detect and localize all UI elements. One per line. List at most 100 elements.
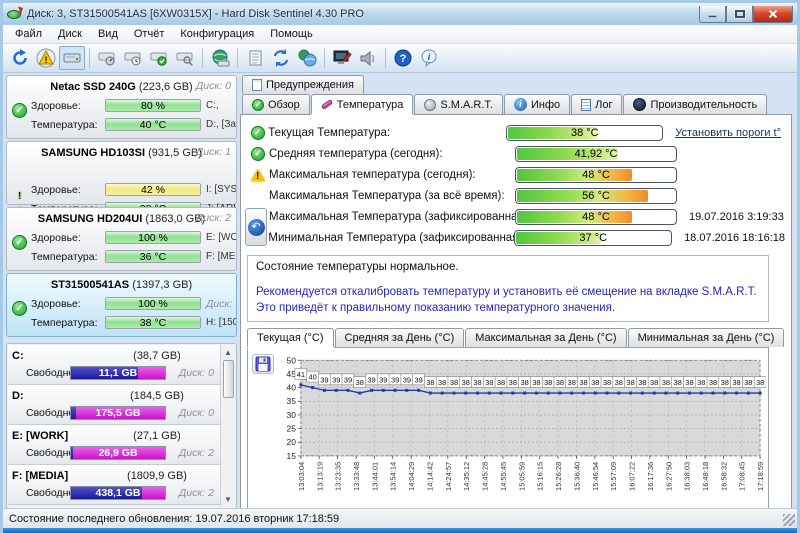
chart-tab-daily-min[interactable]: Минимальная за День (°C) [628, 328, 785, 347]
partition-name: D: [12, 390, 98, 402]
info-icon[interactable]: i [416, 46, 442, 70]
menu-report[interactable]: Отчёт [126, 26, 172, 42]
tab-smart[interactable]: S.M.A.R.T. [414, 94, 503, 114]
scroll-thumb[interactable] [223, 360, 234, 398]
help-icon[interactable]: ? [390, 46, 416, 70]
disk-card-0[interactable]: Netac SSD 240G (223,6 GB) Диск: 0 Здоров… [6, 75, 237, 139]
speaker-icon[interactable] [355, 46, 381, 70]
set-thresholds-link[interactable]: Установить пороги t° [675, 127, 781, 139]
health-bar: 100 % [105, 297, 201, 310]
partition-card-f[interactable]: F: [MEDIA](1809,9 GB) Свободно 438,1 GB … [8, 465, 220, 505]
menu-file[interactable]: Файл [7, 26, 50, 42]
svg-text:38: 38 [462, 378, 470, 387]
globe-disk-icon[interactable] [207, 46, 233, 70]
scroll-up-icon[interactable]: ▲ [224, 345, 232, 360]
temperature-label: Температура: [31, 119, 105, 131]
svg-text:38: 38 [756, 378, 764, 387]
disk-clock-icon[interactable] [120, 46, 146, 70]
disk-number: Диск: 3 [201, 298, 236, 310]
disk-status-icon [12, 235, 27, 250]
minimize-button[interactable] [699, 6, 726, 23]
sync-icon[interactable] [268, 46, 294, 70]
disk-check-icon[interactable] [146, 46, 172, 70]
menu-help[interactable]: Помощь [262, 26, 321, 42]
disk-search-icon[interactable] [172, 46, 198, 70]
chart-tab-current[interactable]: Текущая (°C) [247, 328, 334, 347]
disk-view-icon[interactable] [59, 46, 85, 70]
resize-grip-icon[interactable] [783, 514, 795, 526]
free-space-bar: 26,9 GB [70, 446, 166, 460]
tab-warnings[interactable]: Предупреждения [242, 75, 364, 94]
menu-disk[interactable]: Диск [50, 26, 90, 42]
monitor-pen-icon[interactable] [329, 46, 355, 70]
network-icon[interactable] [294, 46, 320, 70]
temp-row-label: Минимальная Температура (зафиксированная… [268, 232, 514, 244]
tab-temperature[interactable]: Температура [311, 94, 414, 114]
partition-scrollbar[interactable]: ▲ ▼ [220, 345, 235, 507]
tab-overview[interactable]: Обзор [242, 94, 310, 114]
temperature-label: Температура: [31, 317, 105, 329]
disk-card-1[interactable]: SAMSUNG HD103SI (931,5 GB) Диск: 1 Здоро… [6, 141, 237, 205]
close-button[interactable] [753, 6, 793, 23]
health-label: Здоровье: [31, 298, 105, 310]
temp-value-bar: 48 °C [515, 167, 677, 183]
temp-row-label: Текущая Температура: [268, 127, 506, 139]
refresh-icon[interactable] [7, 46, 33, 70]
thermometer-icon [320, 99, 333, 110]
tab-log[interactable]: Лог [571, 94, 622, 114]
disk-list: Netac SSD 240G (223,6 GB) Диск: 0 Здоров… [6, 75, 237, 339]
temp-row-timestamp: 19.07.2016 3:19:33 [677, 211, 785, 223]
partition-card-e[interactable]: E: [WORK](27,1 GB) Свободно 26,9 GB Диск… [8, 425, 220, 465]
toolbar-separator [385, 48, 386, 68]
check-icon [252, 99, 264, 111]
disk-card-3[interactable]: ST31500541AS (1397,3 GB) Здоровье: 100 %… [6, 273, 237, 337]
disk-size: (223,6 GB) [139, 81, 193, 93]
svg-text:38: 38 [438, 378, 446, 387]
health-row: Здоровье: 42 % I: [SYSTEM], [7, 180, 236, 199]
svg-text:38: 38 [532, 378, 540, 387]
alerts-icon[interactable]: ! [33, 46, 59, 70]
svg-text:13:44:01: 13:44:01 [370, 462, 379, 491]
ok-icon [251, 126, 265, 140]
svg-text:38: 38 [662, 378, 670, 387]
disk-card-2[interactable]: SAMSUNG HD204UI (1863,0 GB) Диск: 2 Здор… [6, 207, 237, 271]
partition-size: (1809,9 GB) [98, 470, 216, 482]
partition-size: (27,1 GB) [98, 430, 216, 442]
temp-row-timestamp: 18.07.2016 18:16:18 [672, 232, 785, 244]
partition-card-c[interactable]: C:(38,7 GB) Свободно 11,1 GB Диск: 0 [8, 345, 220, 385]
tab-performance[interactable]: Производительность [623, 94, 767, 114]
title-bar[interactable]: Диск: 3, ST31500541AS [6XW0315X] - Hard … [3, 3, 797, 25]
svg-text:13:03:04: 13:03:04 [297, 462, 306, 491]
menu-configuration[interactable]: Конфигурация [172, 26, 262, 42]
tab-label: Обзор [268, 99, 300, 111]
tab-info[interactable]: Инфо [504, 94, 570, 114]
health-label: Здоровье: [31, 232, 105, 244]
menu-view[interactable]: Вид [90, 26, 126, 42]
toolbar-separator [237, 48, 238, 68]
main-panel: Предупреждения Обзор Температура S.M.A.R… [240, 75, 792, 509]
svg-text:38: 38 [556, 378, 564, 387]
partition-name: E: [WORK] [12, 430, 98, 442]
report-icon[interactable] [242, 46, 268, 70]
scroll-down-icon[interactable]: ▼ [224, 492, 232, 507]
svg-text:14:45:28: 14:45:28 [480, 462, 489, 491]
temperature-chart-panel: 152025303540455013:03:0413:13:1913:23:35… [247, 347, 769, 509]
temperature-row: Температура: 38 °C H: [1500] [7, 313, 236, 332]
svg-text:15: 15 [286, 451, 296, 461]
health-row: Здоровье: 100 % E: [WORK], [7, 228, 236, 247]
tab-label: Текущая (°C) [257, 332, 324, 344]
chart-tab-daily-max[interactable]: Максимальная за День (°C) [465, 328, 626, 347]
reset-recorded-temps-button[interactable] [245, 208, 267, 246]
chart-tab-daily-average[interactable]: Средняя за День (°C) [335, 328, 465, 347]
svg-text:38: 38 [426, 378, 434, 387]
temp-row-average: Средняя температура (сегодня): 41,92 °C [247, 143, 785, 164]
maximize-button[interactable] [726, 6, 753, 23]
partition-card-d[interactable]: D:(184,5 GB) Свободно 175,5 GB Диск: 0 [8, 385, 220, 425]
health-label: Здоровье: [31, 184, 105, 196]
svg-text:20: 20 [286, 437, 296, 447]
window-controls [699, 6, 793, 23]
svg-text:38: 38 [450, 378, 458, 387]
save-chart-button[interactable] [252, 354, 274, 374]
svg-text:15:46:54: 15:46:54 [591, 462, 600, 491]
disk-gauge-icon[interactable] [94, 46, 120, 70]
